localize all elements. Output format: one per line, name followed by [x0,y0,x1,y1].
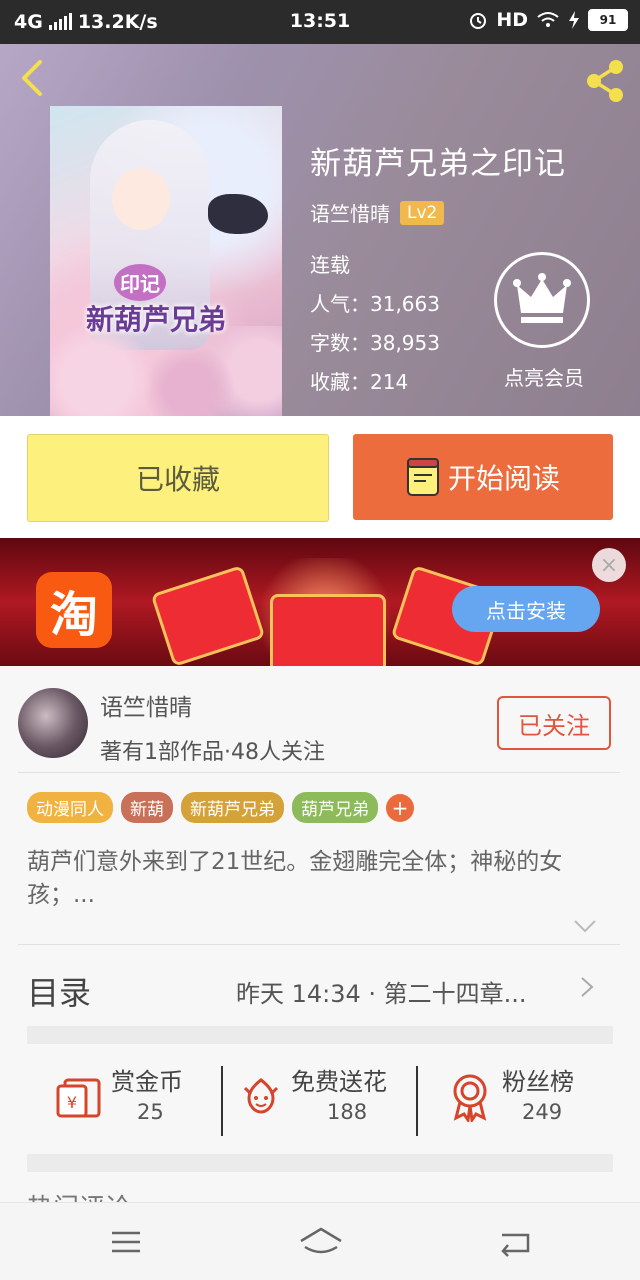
charging-icon [569,11,579,29]
red-envelope-icon: ¥ [56,1078,101,1118]
fans-label: 粉丝榜 [502,1068,574,1096]
ad-close-button[interactable]: × [592,548,626,582]
hd-label: HD [496,9,528,31]
serial-status: 连载 [310,253,350,277]
wifi-icon [537,12,559,27]
cover-small-title: 印记 [114,264,166,301]
install-button[interactable]: 点击安装 [452,586,600,632]
fan-ranking-button[interactable]: 粉丝榜 249 [418,1062,613,1138]
fans-count: 249 [522,1100,563,1124]
author-avatar[interactable] [18,688,88,758]
add-tag-button[interactable]: + [386,793,414,822]
book-author[interactable]: 语竺惜晴 [310,198,390,227]
collected-button[interactable]: 已收藏 [27,434,329,522]
cover-title-art: 印记 新葫芦兄弟 [86,264,266,358]
back-arrow-icon[interactable] [14,58,54,98]
member-label[interactable]: 点亮会员 [494,362,594,391]
book-detail-screen: 4G 13.2K/s 13:51 HD 91 印记 新葫芦兄弟 新葫芦兄弟之印记… [0,0,640,1280]
divider [18,944,620,945]
tag-item[interactable]: 葫芦兄弟 [292,792,378,823]
reward-label: 赏金币 [111,1068,183,1096]
cover-main-title: 新葫芦兄弟 [86,303,227,336]
section-separator [27,1154,613,1172]
synopsis: 葫芦们意外来到了21世纪。金翅雕完全体；神秘的女孩；... [27,849,563,908]
reward-coins-button[interactable]: ¥ 赏金币 25 [27,1062,222,1138]
book-cover[interactable]: 印记 新葫芦兄弟 [50,106,282,416]
action-bar: 已收藏 开始阅读 [0,416,640,538]
toc-label: 目录 [27,974,92,1012]
chevron-right-icon [581,977,594,997]
latest-chapter: 昨天 14:34 · 第二十四章... [236,980,527,1008]
table-of-contents-row[interactable]: 目录 昨天 14:34 · 第二十四章... [0,946,640,1026]
section-separator [27,1026,613,1044]
alarm-icon [470,13,487,29]
home-icon[interactable] [298,1225,344,1259]
author-level-badge: Lv2 [400,200,445,225]
ad-banner[interactable]: 淘 点击安装 × [0,538,640,666]
status-right: HD 91 [468,9,628,31]
system-nav-bar [0,1202,640,1280]
red-packet-image [270,594,386,666]
reward-count: 25 [137,1100,164,1124]
book-info-content: 语竺惜晴 著有1部作品·48人关注 已关注 动漫同人 新葫 新葫芦兄弟 葫芦兄弟… [0,666,640,1226]
crown-icon [513,273,571,323]
favorites-stat: 收藏：214 [310,370,409,394]
battery-icon: 91 [588,9,628,31]
book-title: 新葫芦兄弟之印记 [310,146,566,182]
red-packet-image [150,565,266,666]
follow-button[interactable]: 已关注 [497,696,611,750]
author-row: 语竺惜晴 Lv2 [310,198,445,227]
tag-list: 动漫同人 新葫 新葫芦兄弟 葫芦兄弟 + [27,792,414,823]
tag-item[interactable]: 新葫 [121,792,173,823]
popularity-stat: 人气：31,663 [310,292,440,316]
menu-icon[interactable] [106,1225,146,1259]
flower-icon [243,1078,279,1114]
start-reading-button[interactable]: 开始阅读 [353,434,613,520]
taobao-app-icon: 淘 [36,572,112,648]
author-meta: 著有1部作品·48人关注 [100,740,325,765]
member-badge-button[interactable] [494,252,590,348]
medal-icon [453,1074,487,1122]
cover-cat [208,194,268,234]
status-bar: 4G 13.2K/s 13:51 HD 91 [0,0,640,44]
free-flowers-button[interactable]: 免费送花 188 [223,1062,415,1138]
back-icon[interactable] [496,1225,536,1259]
tag-item[interactable]: 新葫芦兄弟 [181,792,284,823]
interaction-stats: ¥ 赏金币 25 免费送花 188 粉丝榜 249 [27,1044,613,1154]
share-icon[interactable] [582,58,628,104]
word-count-stat: 字数：38,953 [310,331,440,355]
book-icon [406,458,439,496]
flowers-label: 免费送花 [291,1068,387,1096]
chevron-down-icon[interactable] [572,918,598,934]
cover-face [112,168,170,230]
flowers-count: 188 [327,1100,368,1124]
author-name[interactable]: 语竺惜晴 [100,688,192,722]
start-reading-label: 开始阅读 [447,462,560,495]
tag-item[interactable]: 动漫同人 [27,792,113,823]
divider [18,772,620,773]
svg-text:¥: ¥ [67,1093,77,1112]
book-header: 印记 新葫芦兄弟 新葫芦兄弟之印记 语竺惜晴 Lv2 连载 人气：31,663 … [0,44,640,416]
